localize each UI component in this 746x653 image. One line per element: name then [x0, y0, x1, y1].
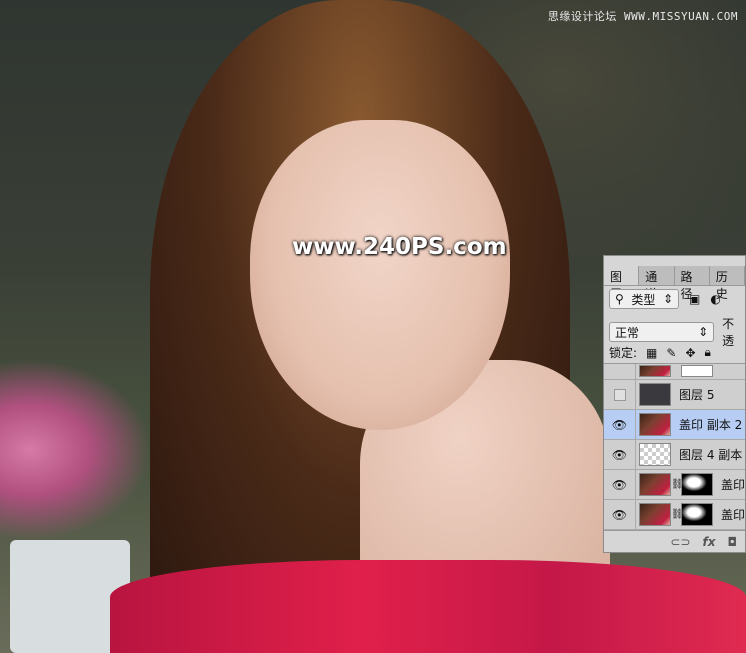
tab-history[interactable]: 历史 — [710, 266, 745, 301]
tab-paths[interactable]: 路径 — [675, 266, 710, 301]
panel-tabs: 图层 通道 路径 历史 — [604, 266, 745, 301]
blend-mode-select[interactable]: 正常 ⇕ — [609, 322, 715, 342]
adjustment-filter-icon[interactable]: ◐ — [710, 292, 720, 306]
visibility-toggle[interactable] — [604, 380, 636, 409]
lock-label: 锁定: — [609, 346, 638, 360]
tab-layers[interactable]: 图层 — [604, 266, 640, 301]
link-icon: ⛓ — [671, 479, 684, 490]
lock-paint-icon[interactable]: ✎ — [666, 346, 676, 360]
layers-panel: 图层 通道 路径 历史 ⚲ 类型 ⇕ ▣ ◐ 正常 ⇕ 不透 锁定: ▦ ✎ ✥… — [603, 255, 746, 553]
link-icon: ⛓ — [671, 509, 684, 520]
search-icon: ⚲ — [615, 292, 624, 306]
layer-thumbnail — [639, 443, 671, 466]
watermark-240ps: www.240PS.com — [292, 234, 507, 260]
panel-footer: ⊂⊃ fx ◘ — [604, 530, 745, 552]
layer-name: 盖印 — [721, 478, 745, 492]
layer-thumbnail — [639, 365, 671, 377]
layer-row-selected[interactable]: 👁︎ 盖印 副本 2 — [604, 410, 745, 440]
red-dress — [110, 560, 746, 653]
blend-mode-value: 正常 — [615, 325, 640, 340]
face — [250, 120, 510, 430]
watermark-missyuan: 思缘设计论坛 WWW.MISSYUAN.COM — [547, 10, 738, 23]
filter-kind-select[interactable]: ⚲ 类型 ⇕ — [609, 289, 679, 309]
filter-kind-value: 类型 — [631, 292, 656, 307]
layer-name: 图层 4 副本 — [679, 448, 743, 462]
layer-row[interactable]: 👁︎ ⛓ 盖印 — [604, 500, 745, 530]
lock-move-icon[interactable]: ✥ — [685, 346, 695, 360]
lock-pixels-icon[interactable]: ▦ — [646, 346, 657, 360]
fx-icon[interactable]: fx — [703, 535, 716, 549]
layer-mask-thumbnail — [681, 503, 713, 526]
layers-list: 图层 5 👁︎ 盖印 副本 2 👁︎ 图层 4 副本 👁︎ ⛓ 盖印 👁︎ ⛓ … — [604, 363, 745, 530]
layer-row[interactable]: 👁︎ ⛓ 盖印 — [604, 470, 745, 500]
lock-all-icon[interactable]: 🔒︎ — [705, 345, 711, 360]
layer-row[interactable]: 👁︎ 图层 4 副本 — [604, 440, 745, 470]
eye-icon[interactable]: 👁︎ — [604, 440, 636, 469]
layer-thumbnail — [639, 503, 671, 526]
layer-thumbnail — [639, 413, 671, 436]
layer-thumbnail — [639, 383, 671, 406]
mask-icon[interactable]: ◘ — [728, 535, 738, 549]
layer-thumbnail — [639, 473, 671, 496]
layer-name: 盖印 副本 2 — [679, 418, 743, 432]
layer-row-partial[interactable] — [604, 364, 745, 380]
eye-icon[interactable]: 👁︎ — [604, 410, 636, 439]
layer-name: 图层 5 — [679, 388, 715, 402]
layer-mask-thumbnail — [681, 365, 713, 377]
updown-icon: ⇕ — [662, 292, 673, 306]
eye-icon[interactable]: 👁︎ — [604, 470, 636, 499]
eye-icon[interactable]: 👁︎ — [604, 500, 636, 529]
layer-name: 盖印 — [721, 508, 745, 522]
layer-mask-thumbnail — [681, 473, 713, 496]
image-filter-icon[interactable]: ▣ — [689, 292, 700, 306]
visibility-toggle[interactable] — [604, 364, 636, 379]
tab-channels[interactable]: 通道 — [639, 266, 675, 301]
link-icon[interactable]: ⊂⊃ — [670, 535, 690, 549]
updown-icon: ⇕ — [698, 325, 709, 339]
layer-row[interactable]: 图层 5 — [604, 380, 745, 410]
